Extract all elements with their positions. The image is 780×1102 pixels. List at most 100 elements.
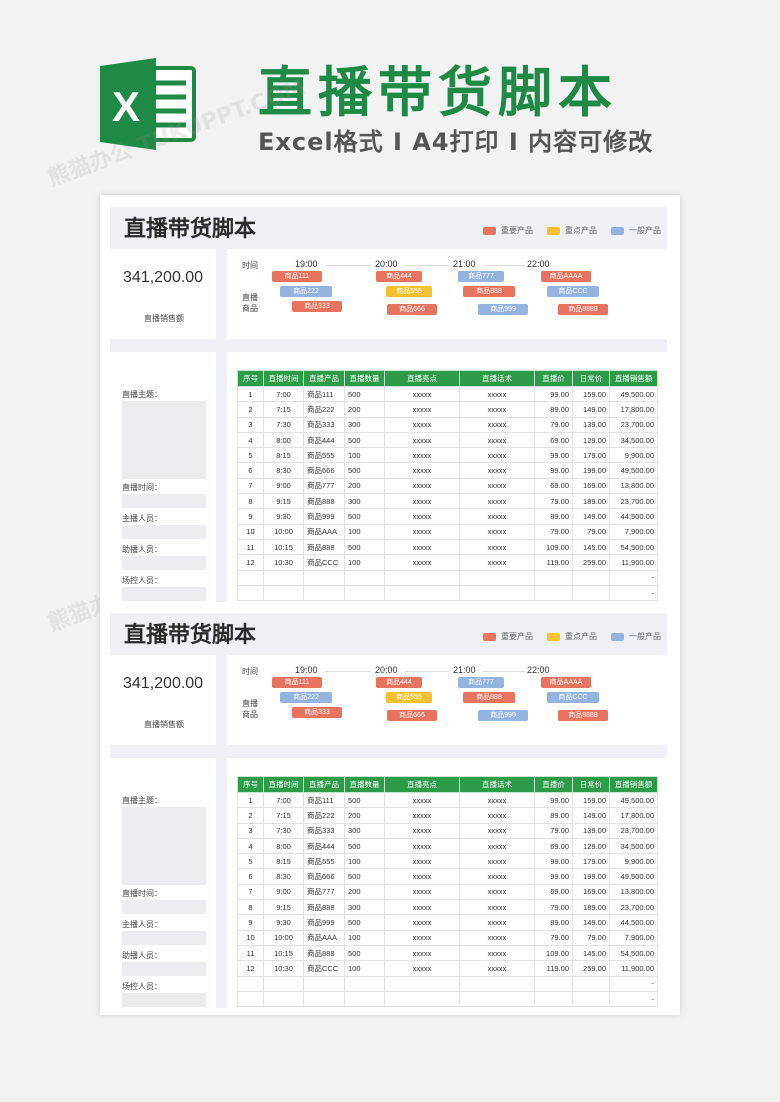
- table-cell[interactable]: 100: [344, 554, 385, 571]
- table-cell[interactable]: 300: [344, 493, 385, 510]
- table-cell[interactable]: 100: [344, 447, 385, 464]
- table-cell[interactable]: xxxxx: [384, 462, 460, 479]
- table-cell[interactable]: 1: [237, 385, 264, 403]
- table-cell[interactable]: 商品444: [303, 431, 345, 449]
- table-cell[interactable]: 79.00: [572, 929, 610, 946]
- table-cell[interactable]: [303, 584, 345, 602]
- table-cell[interactable]: xxxxx: [459, 883, 535, 901]
- table-cell[interactable]: 119.00: [534, 554, 573, 571]
- table-cell[interactable]: xxxxx: [384, 914, 460, 931]
- table-cell[interactable]: 200: [344, 807, 385, 824]
- table-cell[interactable]: 商品222: [303, 401, 345, 418]
- table-cell[interactable]: xxxxx: [459, 868, 535, 885]
- table-cell[interactable]: 149.00: [572, 807, 610, 824]
- table-cell[interactable]: xxxxx: [459, 416, 535, 433]
- table-cell[interactable]: 99.00: [534, 868, 573, 885]
- table-cell[interactable]: -: [609, 569, 658, 586]
- table-cell[interactable]: 商品999: [303, 914, 345, 931]
- table-cell[interactable]: 5: [237, 853, 264, 870]
- table-cell[interactable]: 145.00: [572, 538, 610, 556]
- table-cell[interactable]: [572, 990, 610, 1008]
- table-cell[interactable]: 11,900.00: [609, 960, 658, 977]
- table-cell[interactable]: 89.00: [534, 401, 573, 418]
- table-cell[interactable]: 6: [237, 462, 264, 479]
- table-cell[interactable]: 商品777: [303, 477, 345, 495]
- table-cell[interactable]: xxxxx: [459, 538, 535, 556]
- table-cell[interactable]: [263, 975, 304, 992]
- table-cell[interactable]: 99.00: [534, 447, 573, 464]
- table-cell[interactable]: 商品CCC: [303, 554, 345, 571]
- table-cell[interactable]: xxxxx: [459, 523, 535, 540]
- table-cell[interactable]: xxxxx: [384, 960, 460, 977]
- table-cell[interactable]: xxxxx: [384, 401, 460, 418]
- table-cell[interactable]: [237, 584, 264, 602]
- table-cell[interactable]: 500: [344, 868, 385, 885]
- table-cell[interactable]: 8:00: [263, 837, 304, 855]
- table-cell[interactable]: 商品888: [303, 493, 345, 510]
- table-cell[interactable]: 商品666: [303, 462, 345, 479]
- table-cell[interactable]: 9,900.00: [609, 447, 658, 464]
- table-cell[interactable]: 10: [237, 929, 264, 946]
- table-cell[interactable]: 10:30: [263, 554, 304, 571]
- table-cell[interactable]: xxxxx: [384, 807, 460, 824]
- table-cell[interactable]: 5: [237, 447, 264, 464]
- table-cell[interactable]: xxxxx: [459, 929, 535, 946]
- table-cell[interactable]: xxxxx: [384, 868, 460, 885]
- table-cell[interactable]: [344, 975, 385, 992]
- table-cell[interactable]: [303, 975, 345, 992]
- table-cell[interactable]: 商品666: [303, 868, 345, 885]
- table-cell[interactable]: 3: [237, 416, 264, 433]
- table-cell[interactable]: 259.00: [572, 960, 610, 977]
- table-cell[interactable]: 8:30: [263, 462, 304, 479]
- table-cell[interactable]: [572, 584, 610, 602]
- table-cell[interactable]: [237, 569, 264, 586]
- table-cell[interactable]: [459, 584, 535, 602]
- table-cell[interactable]: 49,500.00: [609, 462, 658, 479]
- table-cell[interactable]: xxxxx: [384, 554, 460, 571]
- table-cell[interactable]: 69.00: [534, 883, 573, 901]
- table-cell[interactable]: 99.00: [534, 791, 573, 809]
- table-cell[interactable]: xxxxx: [384, 822, 460, 839]
- table-cell[interactable]: xxxxx: [459, 401, 535, 418]
- table-cell[interactable]: xxxxx: [459, 853, 535, 870]
- table-cell[interactable]: xxxxx: [384, 899, 460, 916]
- table-cell[interactable]: xxxxx: [459, 508, 535, 525]
- table-cell[interactable]: [344, 569, 385, 586]
- table-cell[interactable]: 169.00: [572, 883, 610, 901]
- table-cell[interactable]: 69.00: [534, 431, 573, 449]
- table-cell[interactable]: 商品CCC: [303, 960, 345, 977]
- table-cell[interactable]: 1: [237, 791, 264, 809]
- table-cell[interactable]: 79.00: [534, 416, 573, 433]
- table-cell[interactable]: 79.00: [534, 822, 573, 839]
- theme-field[interactable]: [122, 807, 206, 885]
- table-cell[interactable]: 99.00: [534, 385, 573, 403]
- table-cell[interactable]: 54,500.00: [609, 538, 658, 556]
- table-cell[interactable]: 7: [237, 477, 264, 495]
- table-cell[interactable]: xxxxx: [459, 914, 535, 931]
- table-cell[interactable]: 179.00: [572, 447, 610, 464]
- table-cell[interactable]: [384, 975, 460, 992]
- table-cell[interactable]: xxxxx: [459, 944, 535, 962]
- table-cell[interactable]: 69.00: [534, 837, 573, 855]
- table-cell[interactable]: [572, 975, 610, 992]
- table-cell[interactable]: 79.00: [534, 929, 573, 946]
- table-cell[interactable]: [263, 990, 304, 1008]
- table-cell[interactable]: 11: [237, 944, 264, 962]
- table-cell[interactable]: 200: [344, 401, 385, 418]
- table-cell[interactable]: 79.00: [534, 523, 573, 540]
- table-cell[interactable]: 100: [344, 523, 385, 540]
- table-cell[interactable]: 149.00: [572, 508, 610, 525]
- table-cell[interactable]: -: [609, 975, 658, 992]
- table-cell[interactable]: 500: [344, 837, 385, 855]
- table-cell[interactable]: 11: [237, 538, 264, 556]
- table-cell[interactable]: 179.00: [572, 853, 610, 870]
- table-cell[interactable]: 129.00: [572, 431, 610, 449]
- table-cell[interactable]: 商品555: [303, 853, 345, 870]
- table-cell[interactable]: [237, 990, 264, 1008]
- table-cell[interactable]: 8:15: [263, 447, 304, 464]
- table-cell[interactable]: 69.00: [534, 477, 573, 495]
- table-cell[interactable]: 商品AAA: [303, 929, 345, 946]
- table-cell[interactable]: 139.00: [572, 416, 610, 433]
- table-cell[interactable]: [534, 569, 573, 586]
- table-cell[interactable]: 139.00: [572, 822, 610, 839]
